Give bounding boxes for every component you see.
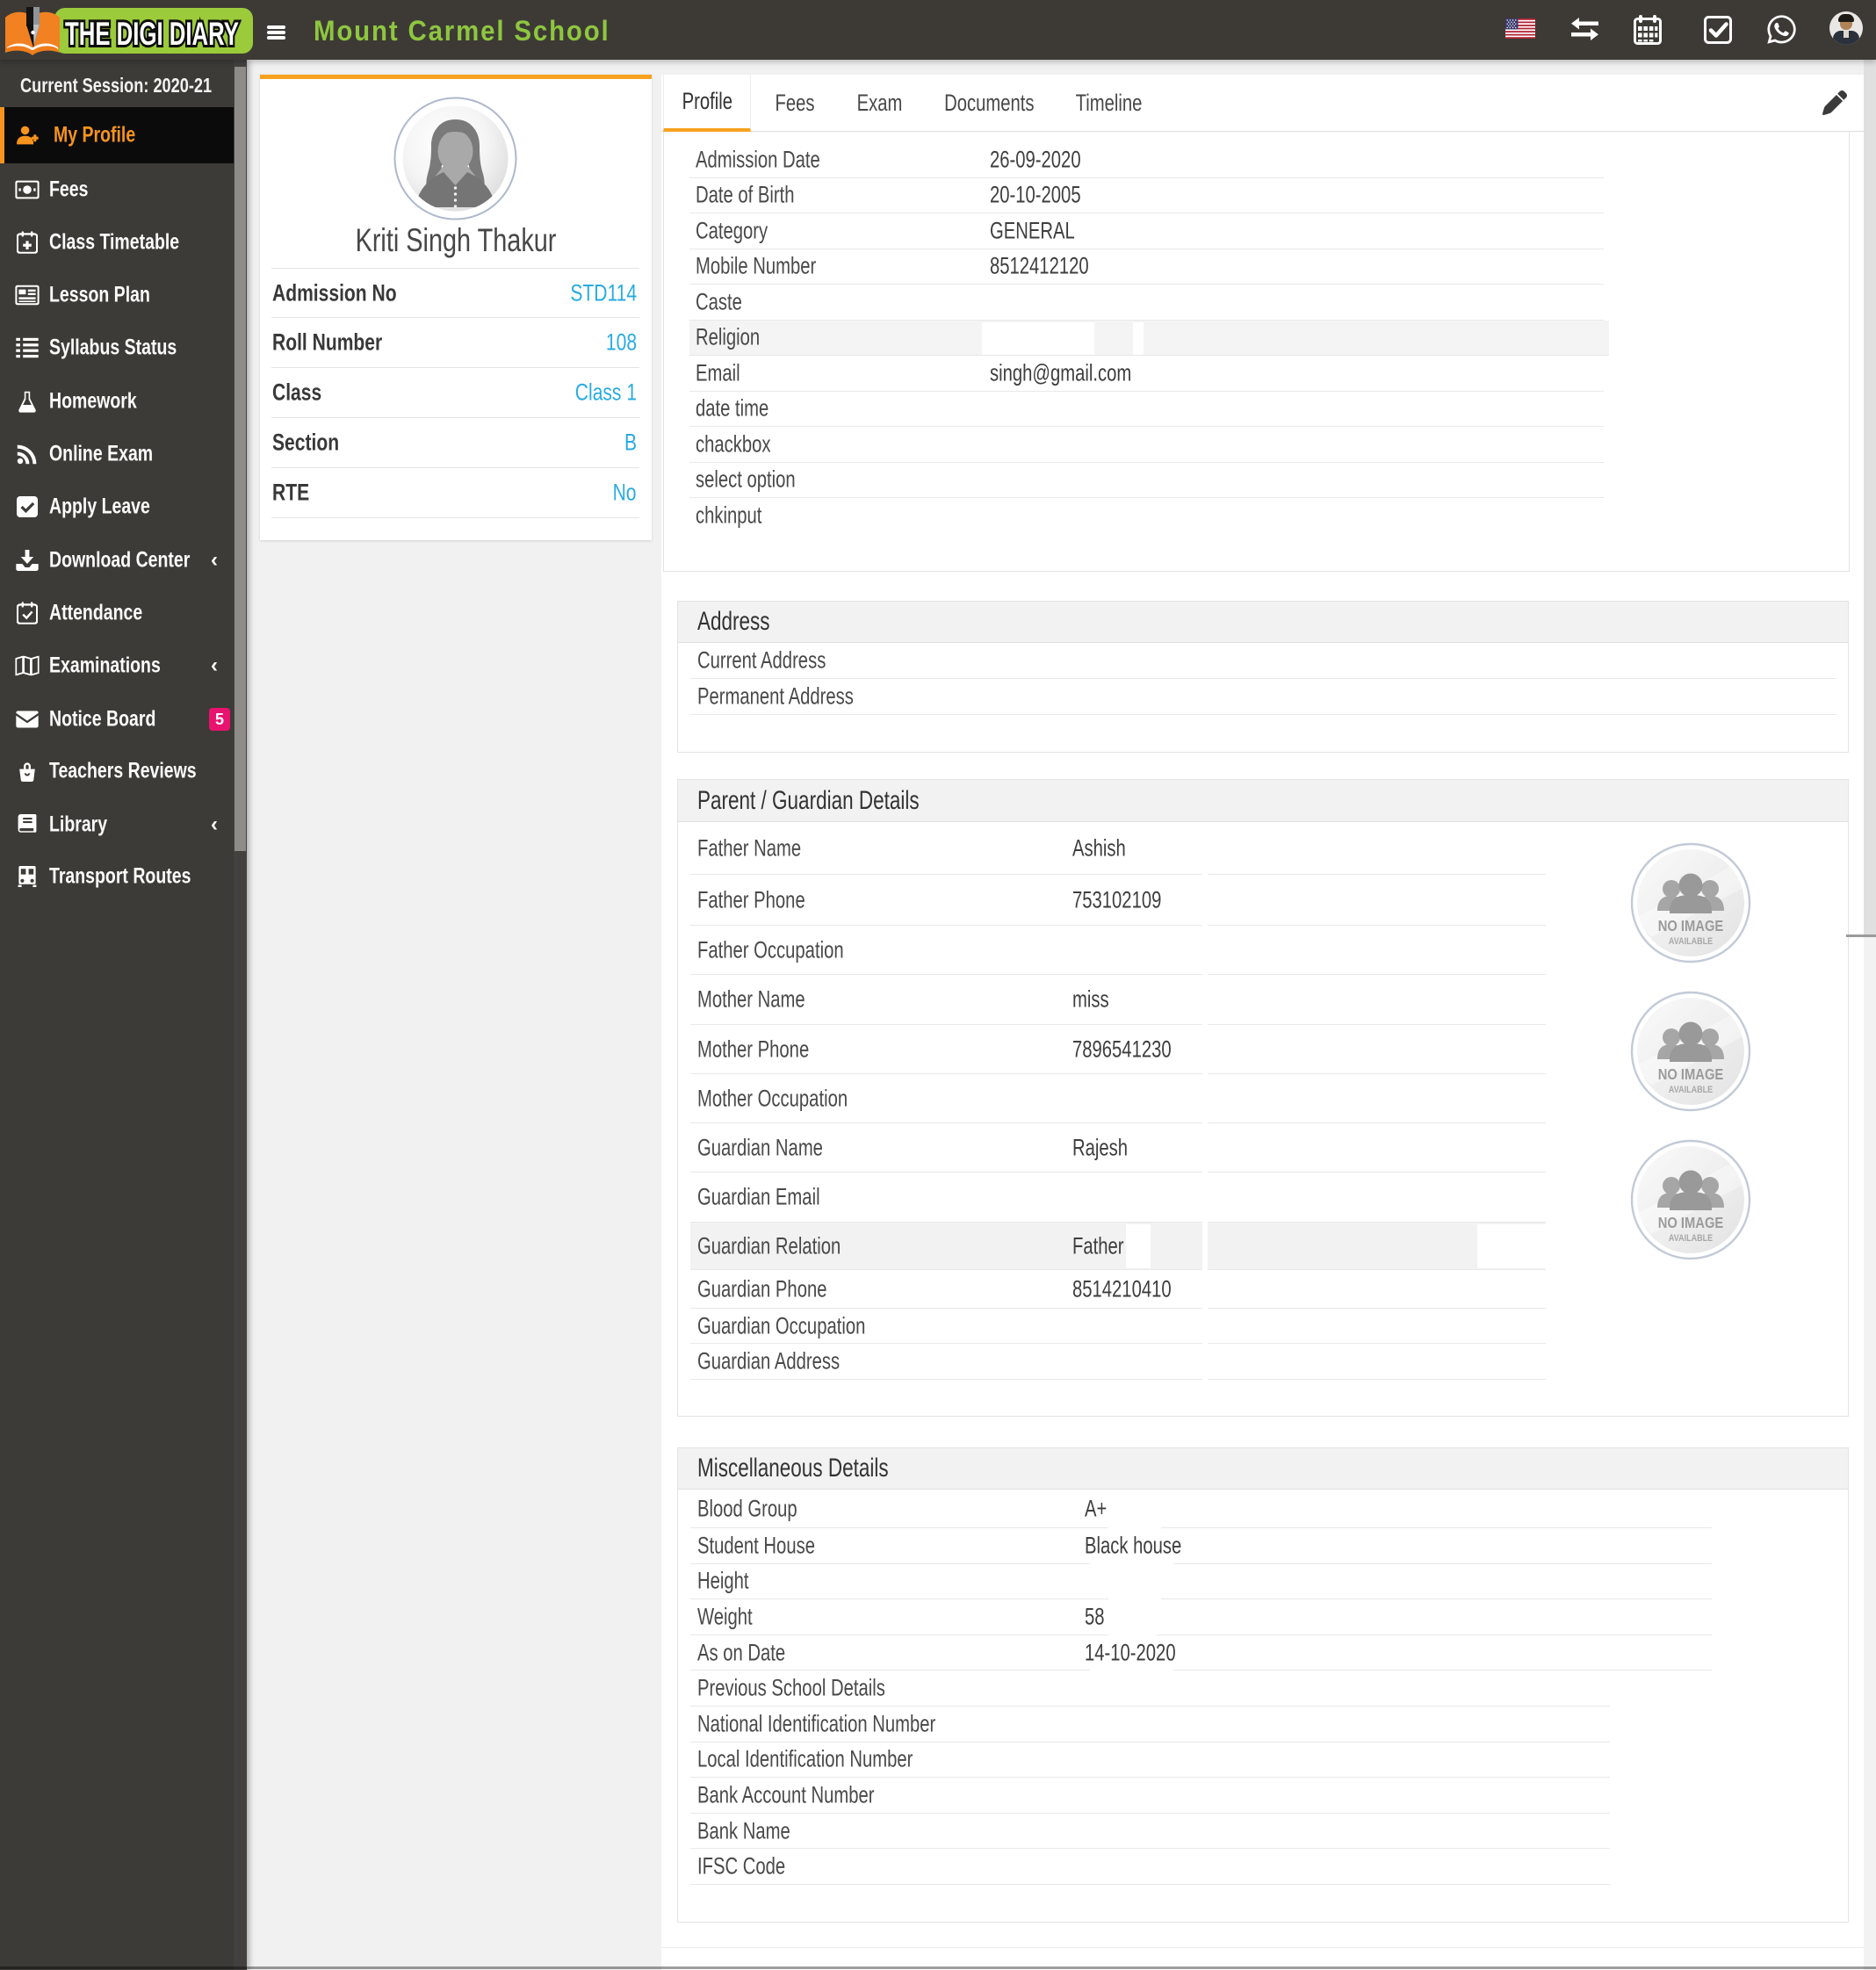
svg-text:THE DIGI DIARY: THE DIGI DIARY (65, 16, 239, 52)
